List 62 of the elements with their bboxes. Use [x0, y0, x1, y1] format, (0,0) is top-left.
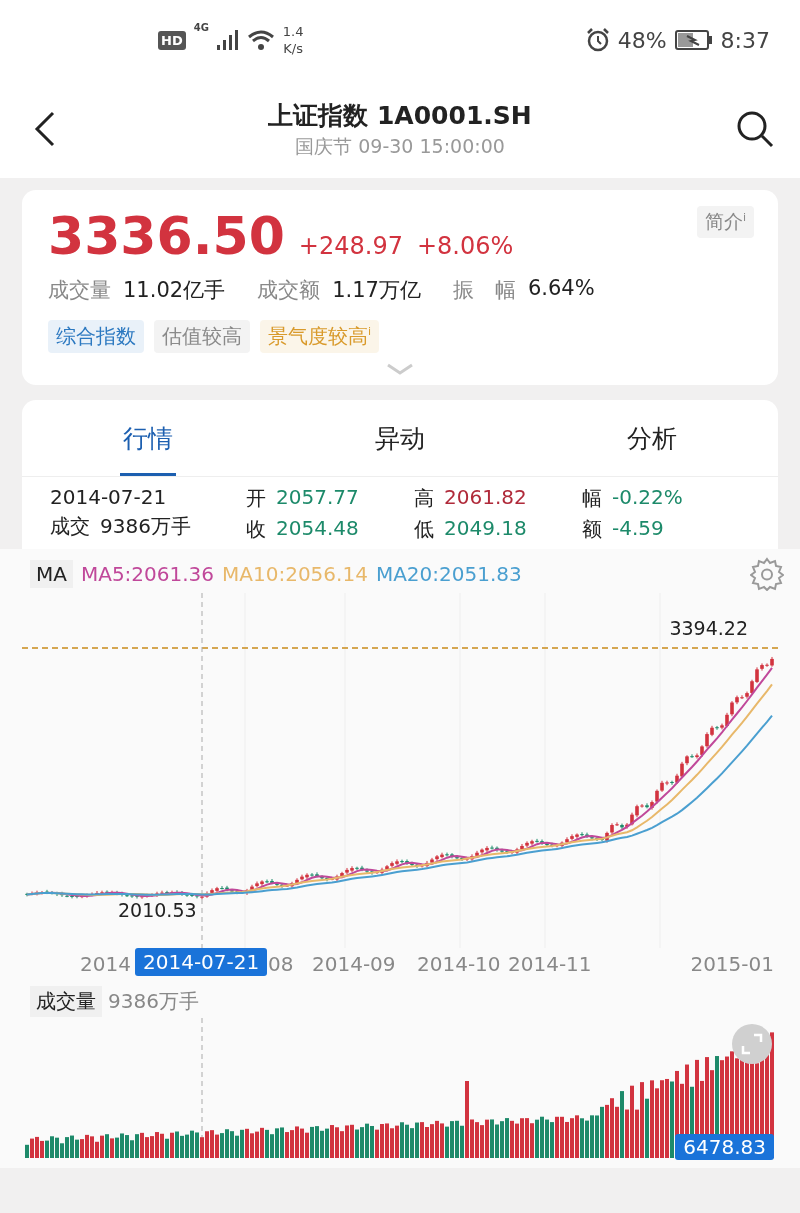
low-price-label: 2010.53 — [118, 899, 197, 921]
field-value: 2057.77 — [276, 485, 359, 511]
fullscreen-button[interactable] — [732, 1024, 772, 1064]
trading-time: 国庆节 09-30 15:00:00 — [295, 133, 505, 159]
detail-date: 2014-07-21 — [50, 485, 168, 509]
volume-value: 9386万手 — [108, 987, 199, 1015]
stat-value: 1.17万亿 — [332, 277, 421, 304]
stat-label: 成交额 — [257, 277, 321, 304]
battery-icon — [674, 30, 713, 50]
page-title: 上证指数 1A0001.SH — [268, 99, 532, 132]
field-value: 2061.82 — [444, 485, 527, 511]
clock-time: 8:37 — [720, 27, 770, 53]
ma-value: MA10:2056.14 — [222, 562, 368, 586]
date-tick: 2014-09 — [312, 952, 396, 976]
crosshair-date: 2014-07-21 — [135, 948, 268, 976]
signal-icon — [216, 30, 239, 50]
tag: 综合指数 — [48, 320, 144, 353]
speed-value: 1.4 — [282, 23, 304, 40]
date-tick: 2014-10 — [417, 952, 501, 976]
search-button[interactable] — [736, 110, 774, 148]
high-price-label: 3394.22 — [669, 617, 748, 639]
ma-selector[interactable]: MA — [30, 560, 73, 588]
field-label: 成交 — [50, 513, 90, 540]
field-value: -4.59 — [612, 516, 664, 542]
field-label: 幅 — [582, 485, 602, 512]
tab[interactable]: 异动 — [274, 400, 526, 476]
stat-label: 振 幅 — [452, 277, 516, 304]
percent-change: +8.06% — [416, 232, 514, 260]
tag: 估值较高 — [154, 320, 250, 353]
stat-label: 成交量 — [48, 277, 111, 304]
ma-value: MA5:2061.36 — [80, 562, 215, 586]
hd-badge: HD — [158, 30, 186, 50]
field-value: 2054.48 — [276, 516, 359, 542]
field-value: -0.22% — [612, 485, 683, 511]
alarm-icon — [585, 28, 610, 52]
wifi-icon — [246, 29, 275, 51]
back-button[interactable] — [34, 111, 56, 147]
field-label: 额 — [582, 516, 602, 543]
tag: 景气度较高$^{i}$ — [260, 320, 380, 353]
date-tick: 2014-11 — [508, 952, 592, 976]
index-price: 3336.50 — [48, 206, 285, 266]
date-tick: 2014 — [80, 952, 131, 976]
stat-value: 6.64% — [527, 276, 595, 302]
settings-icon[interactable] — [750, 557, 784, 591]
volume-selector[interactable]: 成交量 — [30, 985, 102, 1017]
speed-unit: K/s — [283, 40, 304, 57]
stat-value: 11.02亿手 — [123, 277, 226, 304]
field-value: 9386万手 — [100, 513, 191, 540]
field-label: 高 — [414, 485, 434, 512]
battery-percent: 48% — [617, 27, 667, 53]
last-volume-label: 6478.83 — [675, 1134, 774, 1160]
tab[interactable]: 分析 — [526, 400, 778, 476]
field-label: 收 — [246, 516, 266, 543]
ma-value: MA20:2051.83 — [375, 562, 522, 586]
field-label: 低 — [414, 516, 434, 543]
date-tick: 08 — [268, 952, 294, 976]
network-label: 4G — [193, 22, 209, 33]
field-value: 2049.18 — [444, 516, 527, 542]
tab[interactable]: 行情 — [22, 400, 274, 476]
price-change: +248.97 — [298, 232, 403, 260]
field-label: 开 — [246, 485, 266, 512]
date-tick: 2015-01 — [690, 952, 774, 976]
